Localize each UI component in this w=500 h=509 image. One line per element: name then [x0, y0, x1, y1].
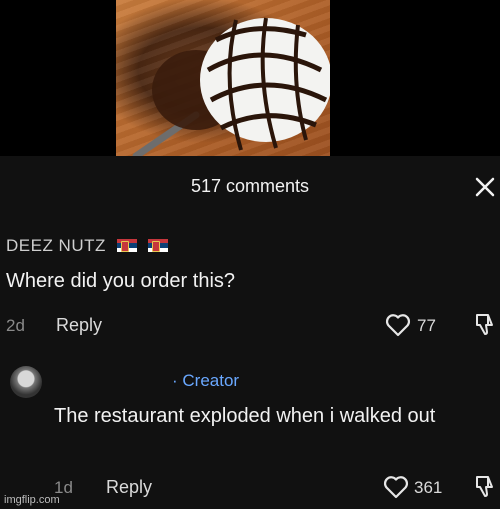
watermark: imgflip.com [4, 494, 60, 506]
like-count: 77 [417, 316, 436, 335]
serbia-flag-icon [117, 239, 138, 252]
thumbs-down-icon[interactable] [474, 474, 496, 498]
thumbs-down-icon[interactable] [474, 312, 496, 336]
comment-timestamp: 2d [6, 316, 25, 335]
comment-text: The restaurant exploded when i walked ou… [54, 405, 436, 427]
heart-icon[interactable] [383, 475, 409, 499]
like-count: 361 [414, 478, 443, 497]
comments-count-title: 517 comments [190, 176, 310, 196]
comments-panel: 517 comments DEEZ NUTZ Where did you ord… [0, 156, 500, 509]
comment-text: Where did you order this? [6, 270, 236, 292]
serbia-flag-icon [148, 239, 169, 252]
post-image [116, 0, 330, 156]
heart-icon[interactable] [385, 313, 411, 337]
avatar[interactable] [10, 366, 42, 398]
comment-username[interactable]: DEEZ NUTZ [6, 236, 169, 256]
creator-badge: · Creator [172, 371, 240, 390]
close-icon[interactable] [474, 176, 496, 198]
reply-button[interactable]: Reply [56, 315, 102, 336]
username-label: DEEZ NUTZ [6, 236, 106, 255]
reply-button[interactable]: Reply [106, 477, 152, 498]
